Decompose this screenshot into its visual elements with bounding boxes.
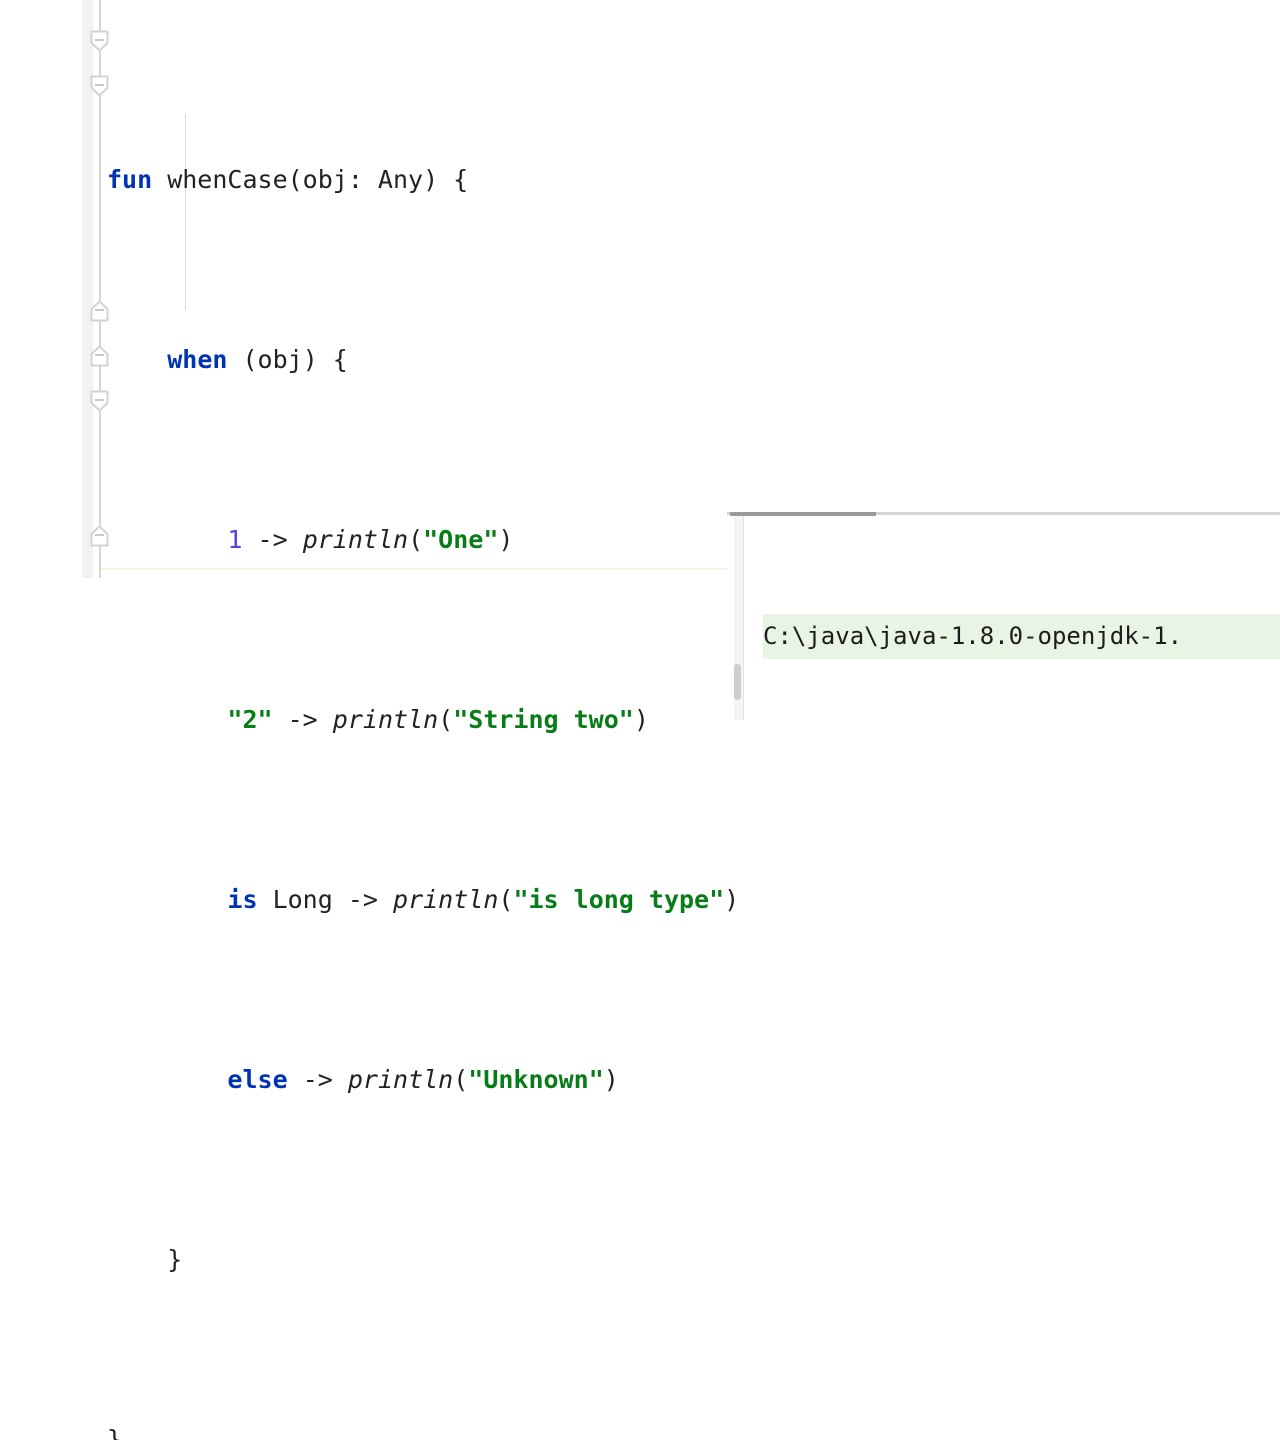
paren-close: ) — [603, 1065, 619, 1094]
arrow-operator: -> — [242, 525, 303, 554]
console-active-tab-indicator — [730, 512, 876, 516]
fold-minus-icon — [95, 534, 104, 536]
code-line-5[interactable]: is Long -> println("is long type") — [107, 877, 739, 922]
arrow-operator: -> — [287, 1065, 348, 1094]
arrow-operator: -> — [332, 885, 394, 914]
keyword-else: else — [227, 1065, 288, 1094]
code-line-6[interactable]: else -> println("Unknown") — [107, 1057, 739, 1102]
fold-minus-icon — [95, 399, 104, 401]
fold-minus-icon — [95, 39, 104, 41]
paren-close: ) — [498, 525, 514, 554]
fun-whencase-signature: whenCase(obj: Any) { — [152, 165, 469, 194]
when-subject: (obj) { — [227, 345, 348, 374]
console-scrollbar-thumb[interactable] — [734, 664, 741, 700]
code-line-1[interactable]: fun whenCase(obj: Any) { — [107, 157, 739, 202]
console-line-command: C:\java\java-1.8.0-openjdk-1. — [763, 614, 1280, 659]
keyword-is: is — [227, 885, 258, 914]
type-long: Long — [257, 885, 333, 914]
code-line-7[interactable]: } — [107, 1237, 739, 1282]
closing-brace-when: } — [107, 1245, 183, 1274]
string-unknown: "Unknown" — [468, 1065, 604, 1094]
paren-close: ) — [724, 885, 740, 914]
fold-minus-icon — [95, 354, 104, 356]
run-console-panel[interactable]: C:\java\java-1.8.0-openjdk-1. String two… — [727, 512, 1280, 720]
fold-minus-icon — [95, 309, 104, 311]
number-literal-one: 1 — [227, 525, 243, 554]
code-content[interactable]: fun whenCase(obj: Any) { when (obj) { 1 … — [107, 22, 739, 1440]
closing-brace-whencase: } — [107, 1425, 123, 1440]
function-println: println — [393, 885, 499, 914]
paren-open: ( — [498, 885, 514, 914]
paren-open: ( — [453, 1065, 469, 1094]
function-println: println — [347, 1065, 454, 1094]
paren-open: ( — [408, 525, 424, 554]
fold-minus-icon — [95, 84, 104, 86]
keyword-when: when — [167, 345, 228, 374]
code-line-3[interactable]: 1 -> println("One") — [107, 517, 739, 562]
code-line-8[interactable]: } — [107, 1417, 739, 1440]
console-output[interactable]: C:\java\java-1.8.0-openjdk-1. String two… — [763, 524, 1280, 720]
string-is-long-type: "is long type" — [513, 885, 725, 914]
function-println: println — [302, 525, 409, 554]
string-one: "One" — [423, 525, 499, 554]
keyword-fun: fun — [107, 165, 153, 194]
code-line-2[interactable]: when (obj) { — [107, 337, 739, 382]
